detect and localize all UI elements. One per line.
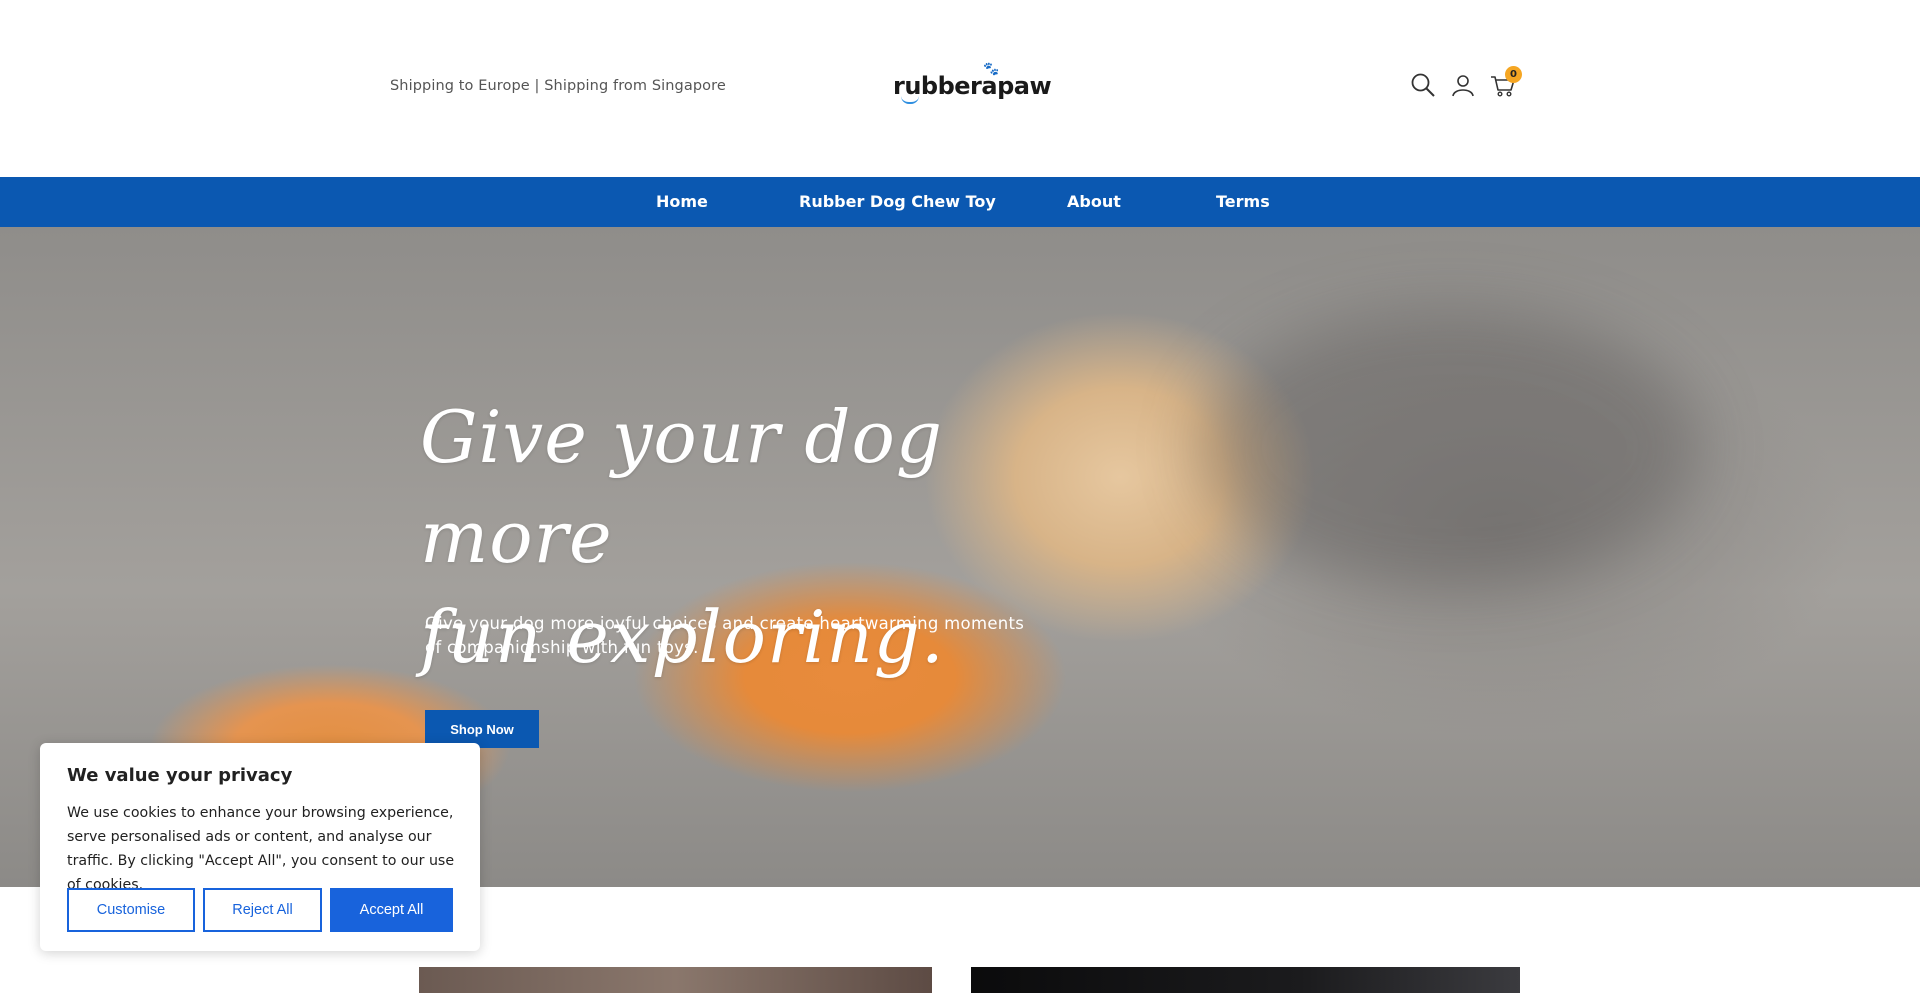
logo-swoosh (901, 96, 919, 104)
nav-item-about[interactable]: About (1067, 192, 1121, 211)
nav-item-rubber-dog-chew-toy[interactable]: Rubber Dog Chew Toy (799, 192, 996, 211)
reject-all-button[interactable]: Reject All (203, 888, 322, 932)
cookie-title: We value your privacy (67, 765, 293, 786)
product-thumbnail-1[interactable] (419, 967, 932, 993)
hero-image-shadow (1200, 307, 1700, 587)
cookie-consent-banner: We value your privacy We use cookies to … (40, 743, 480, 951)
accept-all-button[interactable]: Accept All (330, 888, 453, 932)
main-nav: Home Rubber Dog Chew Toy About Terms (0, 177, 1920, 227)
cart-icon[interactable]: 0 (1490, 66, 1522, 98)
header-icons: 0 (1410, 66, 1522, 98)
account-icon[interactable] (1450, 72, 1476, 98)
nav-item-terms[interactable]: Terms (1216, 192, 1270, 211)
customise-button[interactable]: Customise (67, 888, 195, 932)
cookie-text: We use cookies to enhance your browsing … (67, 805, 455, 893)
shipping-info: Shipping to Europe | Shipping from Singa… (390, 78, 726, 94)
product-thumbnail-2[interactable] (971, 967, 1520, 993)
nav-item-home[interactable]: Home (656, 192, 708, 211)
search-icon[interactable] (1410, 72, 1436, 98)
hero-subtitle: Give your dog more joyful choices and cr… (425, 614, 1025, 657)
site-header: Shipping to Europe | Shipping from Singa… (0, 0, 1920, 177)
cart-count-badge: 0 (1505, 66, 1522, 83)
site-logo[interactable]: rubberapaw 🐾 (893, 62, 1052, 106)
paw-icon: 🐾 (983, 62, 1000, 77)
hero-title-line-1: Give your dog more (420, 395, 943, 579)
